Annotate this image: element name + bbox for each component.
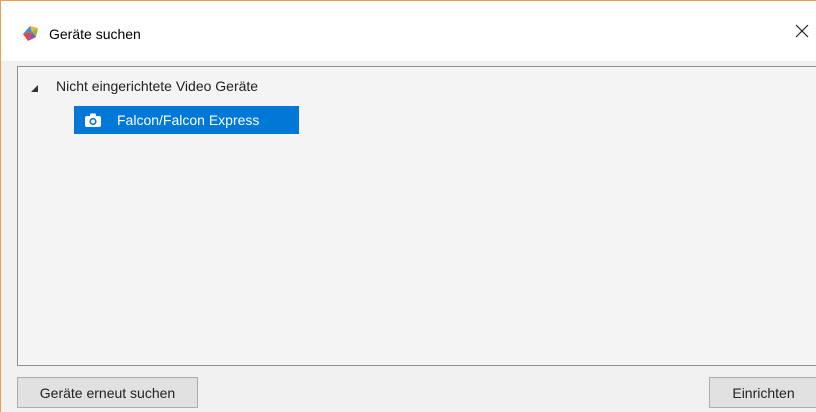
- close-icon: [795, 24, 809, 43]
- tree-item-falcon-express[interactable]: Falcon/Falcon Express: [74, 106, 299, 134]
- camera-icon: [85, 113, 101, 127]
- rescan-devices-button[interactable]: Geräte erneut suchen: [17, 377, 198, 408]
- title-bar[interactable]: Geräte suchen: [1, 1, 816, 61]
- tree-node-unconfigured-video-devices[interactable]: Nicht eingerichtete Video Geräte: [18, 75, 418, 97]
- device-tree[interactable]: Nicht eingerichtete Video Geräte Falcon/…: [17, 66, 816, 366]
- tree-node-label: Nicht eingerichtete Video Geräte: [56, 78, 259, 94]
- dialog-content: Nicht eingerichtete Video Geräte Falcon/…: [1, 61, 816, 412]
- setup-button[interactable]: Einrichten: [709, 377, 816, 408]
- device-search-dialog: Geräte suchen Nicht eingerichtete Video …: [0, 0, 816, 412]
- app-logo-icon: [22, 25, 39, 42]
- tree-item-label: Falcon/Falcon Express: [117, 112, 260, 128]
- window-title: Geräte suchen: [49, 26, 141, 42]
- close-button[interactable]: [786, 13, 816, 53]
- triangle-expanded-icon[interactable]: [30, 81, 40, 92]
